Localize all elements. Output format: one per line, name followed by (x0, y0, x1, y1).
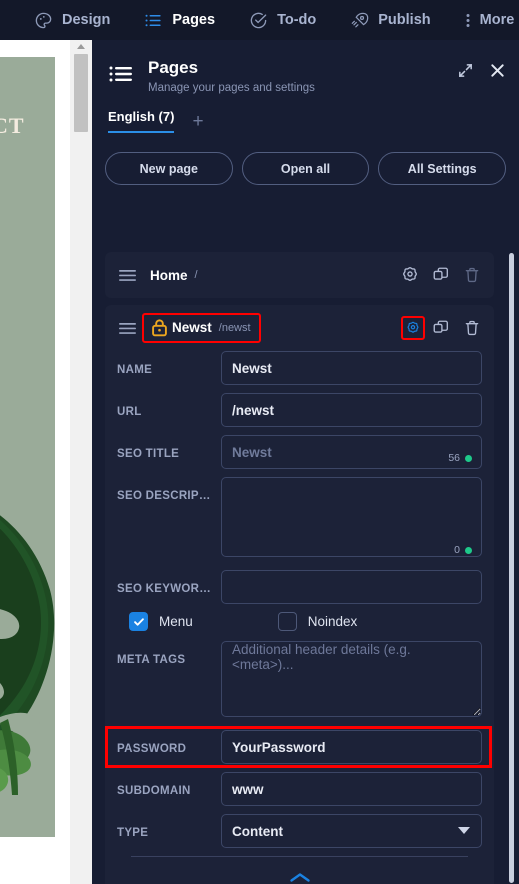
subdomain-input[interactable] (221, 772, 482, 806)
page-url: /newst (218, 321, 251, 334)
field-row-subdomain: SUBDOMAIN (117, 772, 482, 806)
close-icon[interactable] (487, 60, 507, 80)
new-page-button[interactable]: New page (105, 152, 233, 185)
nav-item-publish[interactable]: Publish (342, 0, 438, 40)
page-url: / (194, 269, 198, 281)
field-row-type: TYPE (117, 814, 482, 848)
nav-label-todo: To-do (277, 12, 317, 28)
nav-label-design: Design (62, 12, 111, 28)
field-label-password: PASSWORD (117, 743, 187, 755)
row-actions-home (400, 265, 482, 285)
delete-icon[interactable] (462, 318, 482, 338)
field-label-seo-description: SEO DESCRIP… (117, 490, 211, 502)
seo-description-input[interactable] (221, 477, 482, 557)
checkbox-row: Menu Noindex (129, 612, 482, 631)
check-circle-icon (249, 11, 268, 30)
field-label-meta-tags: META TAGS (117, 654, 186, 666)
field-label-seo-title: SEO TITLE (117, 448, 180, 460)
list-icon (144, 11, 163, 30)
nav-item-more[interactable]: More (457, 0, 519, 40)
nav-label-more: More (479, 12, 515, 28)
seo-title-input[interactable] (221, 435, 482, 469)
settings-icon[interactable] (400, 265, 420, 285)
noindex-checkbox-label: Noindex (307, 614, 358, 629)
field-row-seo-keywords: SEO KEYWOR… (117, 570, 482, 604)
rocket-icon (350, 11, 369, 30)
panel-header-actions (455, 60, 507, 80)
panel-subtitle: Manage your pages and settings (148, 82, 315, 94)
pages-panel: Pages Manage your pages and settings Eng… (92, 40, 519, 884)
nav-item-todo[interactable]: To-do (241, 0, 324, 40)
all-settings-button[interactable]: All Settings (378, 152, 507, 185)
seo-keywords-input[interactable] (221, 570, 482, 604)
lock-icon (150, 318, 167, 337)
panel-scrollbar-thumb[interactable] (509, 253, 514, 883)
duplicate-icon[interactable] (431, 318, 451, 338)
field-label-type: TYPE (117, 827, 149, 839)
row-actions-newst (401, 316, 482, 340)
field-row-url: URL (117, 393, 482, 427)
nav-item-design[interactable]: Design (26, 0, 118, 40)
list-item[interactable]: Newst /newst (105, 305, 494, 351)
scroll-up-arrow-icon[interactable] (77, 44, 85, 49)
nav-label-publish: Publish (378, 12, 431, 28)
meta-tags-input[interactable] (221, 641, 482, 717)
expand-icon[interactable] (455, 60, 475, 80)
menu-checkbox-label: Menu (159, 614, 193, 629)
menu-checkbox[interactable] (129, 612, 148, 631)
page-settings-form: NAME URL SEO TITLE (105, 351, 494, 884)
palette-icon (34, 11, 53, 30)
settings-icon[interactable] (401, 316, 425, 340)
panel-header: Pages Manage your pages and settings (92, 40, 519, 95)
screen: CT (0, 0, 519, 884)
collapse-button[interactable] (117, 857, 482, 884)
nav-item-pages[interactable]: Pages (136, 0, 223, 40)
kebab-menu-icon (465, 11, 471, 30)
password-input[interactable] (221, 730, 482, 764)
language-tabs: English (7) + (92, 109, 519, 133)
scrollbar-thumb[interactable] (74, 54, 88, 132)
tab-english[interactable]: English (7) (108, 109, 175, 133)
field-label-subdomain: SUBDOMAIN (117, 785, 191, 797)
name-input[interactable] (221, 351, 482, 385)
duplicate-icon[interactable] (431, 265, 451, 285)
top-navigation-bar: Design Pages To-do Publish More (0, 0, 519, 40)
site-hero-section: CT (0, 57, 55, 837)
field-row-seo-description: SEO DESCRIP… 0 (117, 477, 482, 562)
pages-list-icon (108, 60, 136, 88)
pages-list: Home / Newst /newst NAME Newst URL /news… (105, 252, 494, 884)
page-name: Newst (172, 320, 212, 335)
drag-handle-icon[interactable] (119, 320, 136, 337)
drag-handle-icon[interactable] (119, 267, 136, 284)
page-name: Home (150, 267, 188, 283)
page-name-group-newst-highlighted[interactable]: Newst /newst (142, 313, 261, 343)
field-row-seo-title: SEO TITLE 56 (117, 435, 482, 469)
type-select[interactable] (221, 814, 482, 848)
field-row-meta-tags: META TAGS (117, 641, 482, 722)
open-all-button[interactable]: Open all (241, 152, 370, 185)
nav-label-pages: Pages (172, 12, 216, 28)
field-label-seo-keywords: SEO KEYWOR… (117, 583, 212, 595)
url-input[interactable] (221, 393, 482, 427)
field-row-name: NAME (117, 351, 482, 385)
editor-scrollbar[interactable] (70, 40, 92, 884)
chevron-up-icon (289, 873, 310, 882)
monstera-plant-photo (0, 495, 55, 825)
page-title: Pages (148, 58, 199, 77)
panel-action-buttons: New page Open all All Settings (92, 133, 519, 185)
page-card-newst: Newst /newst NAME Newst URL /newst SEO T… (105, 305, 494, 884)
field-label-name: NAME (117, 364, 153, 376)
field-row-password: PASSWORD (105, 726, 492, 768)
list-item[interactable]: Home / (105, 252, 494, 298)
site-hero-heading: CT (0, 113, 25, 138)
page-name-group-home: Home / (150, 268, 400, 283)
field-label-url: URL (117, 406, 142, 418)
page-card-home: Home / (105, 252, 494, 298)
noindex-checkbox[interactable] (277, 612, 297, 631)
delete-icon[interactable] (462, 265, 482, 285)
add-language-button[interactable]: + (192, 112, 203, 133)
